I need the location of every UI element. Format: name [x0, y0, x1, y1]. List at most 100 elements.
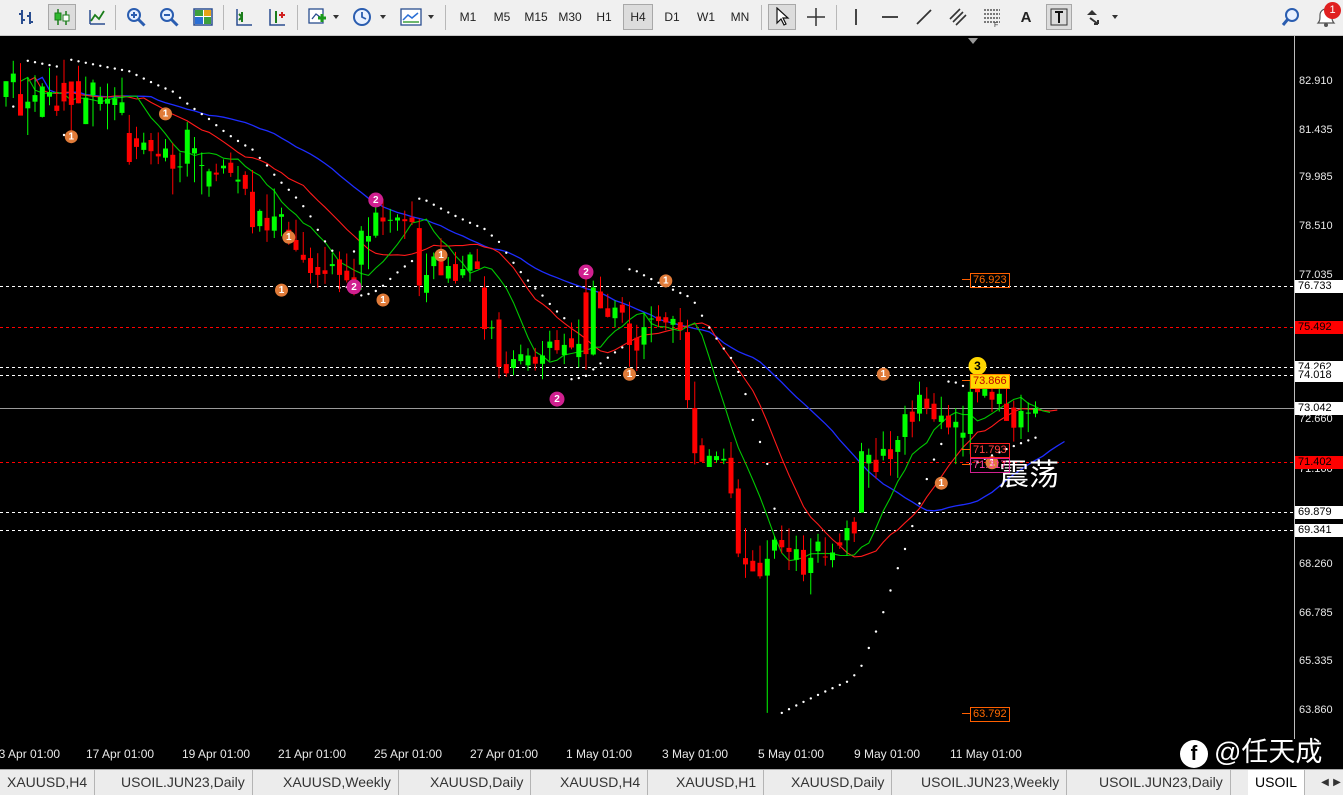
crosshair-button[interactable]: [803, 4, 829, 30]
candle-body: [119, 102, 125, 113]
price-label-tick: [962, 279, 970, 280]
cursor-button[interactable]: [768, 4, 796, 30]
level-price-box: 69.341: [1295, 523, 1343, 537]
chart-tab[interactable]: XAUUSD,Daily: [423, 770, 532, 795]
notifications-button[interactable]: 1: [1312, 2, 1341, 30]
tab-scroll-buttons[interactable]: ◀ ▶: [1319, 770, 1343, 795]
chart-tab[interactable]: USOIL.JUN23,Weekly: [914, 770, 1068, 795]
text-label-button[interactable]: [1046, 4, 1072, 30]
chart-tab[interactable]: XAUUSD,H4: [0, 770, 96, 795]
timeframe-m15-button[interactable]: M15: [521, 4, 551, 30]
fibonacci-button[interactable]: F: [979, 4, 1005, 30]
line-chart-button[interactable]: [84, 4, 110, 30]
chart-tab[interactable]: XAUUSD,H1: [669, 770, 765, 795]
candle-body: [474, 261, 480, 269]
candle-body: [228, 162, 234, 173]
sar-dot: [621, 346, 624, 349]
chart-tab[interactable]: XAUUSD,Weekly: [276, 770, 399, 795]
chart-shift-button[interactable]: [264, 4, 290, 30]
candle-body: [1033, 408, 1038, 414]
arrows-button[interactable]: [1082, 4, 1122, 30]
sar-dot: [497, 240, 501, 244]
indicators-button[interactable]: [305, 4, 343, 30]
templates-button[interactable]: [398, 4, 438, 30]
candle-body: [105, 98, 110, 104]
candle-body: [888, 449, 893, 460]
auto-scroll-button[interactable]: [231, 4, 257, 30]
periodicity-button[interactable]: [350, 4, 390, 30]
sar-dot: [483, 227, 486, 231]
candle-body: [808, 557, 814, 573]
trendline-button[interactable]: [911, 4, 937, 30]
candle-body: [445, 266, 451, 279]
tile-windows-button[interactable]: [190, 4, 216, 30]
chart-tab[interactable]: USOIL.JUN23,Daily: [114, 770, 253, 795]
text-tool-button[interactable]: A: [1013, 4, 1039, 30]
sar-dot: [932, 458, 936, 461]
chart-tab[interactable]: XAUUSD,H4: [553, 770, 649, 795]
sar-dot: [439, 207, 443, 210]
timeframe-d1-button[interactable]: D1: [657, 4, 687, 30]
sar-dot: [548, 302, 551, 306]
equidistant-channel-button[interactable]: [945, 4, 971, 30]
price-axis[interactable]: 82.91081.43579.98578.51077.03572.66071.1…: [1294, 36, 1343, 739]
level-price-box: 71.402: [1295, 455, 1343, 469]
tab-scroll-left-icon[interactable]: ◀: [1321, 777, 1329, 788]
timeframe-m1-button[interactable]: M1: [453, 4, 483, 30]
sar-dot: [70, 58, 73, 61]
tab-scroll-right-icon[interactable]: ▶: [1333, 777, 1341, 788]
sar-dot: [729, 356, 733, 360]
timeframe-w1-button[interactable]: W1: [691, 4, 721, 30]
vertical-line-button[interactable]: [843, 4, 869, 30]
timeframe-h4-button[interactable]: H4: [623, 4, 653, 30]
candle-body: [648, 318, 654, 320]
timeframe-m30-button[interactable]: M30: [555, 4, 585, 30]
sar-dot: [584, 374, 588, 377]
wave-marker-label: 1: [286, 232, 292, 243]
sar-dot: [447, 211, 450, 214]
sar-dot: [77, 60, 80, 63]
bar-chart-button[interactable]: [14, 4, 40, 30]
time-axis[interactable]: 13 Apr 01:00 17 Apr 01:00 19 Apr 01:00 21 A…: [0, 739, 1294, 769]
timeframe-mn-button[interactable]: MN: [725, 4, 755, 30]
wave-marker-label: 1: [438, 250, 444, 261]
sar-dot: [149, 80, 153, 84]
zoom-in-button[interactable]: [123, 4, 149, 30]
sar-dot: [280, 181, 283, 184]
zoom-out-button[interactable]: [156, 4, 182, 30]
zoom-in-icon: [127, 8, 146, 27]
candle-body: [960, 432, 966, 438]
candle-body: [641, 327, 647, 345]
candle-body: [10, 73, 16, 83]
sar-dot: [323, 240, 327, 243]
chart-tab[interactable]: XAUUSD,Daily: [784, 770, 893, 795]
chart-tab[interactable]: USOIL.JUN23,Daily: [1092, 770, 1231, 795]
candlestick-button[interactable]: [48, 4, 76, 30]
sar-dot: [679, 291, 682, 295]
sar-dot: [113, 67, 117, 70]
candle-body: [68, 81, 74, 105]
candle-body: [358, 230, 364, 265]
sar-dot: [722, 347, 725, 350]
sar-dot: [715, 337, 718, 340]
timeframe-m5-button[interactable]: M5: [487, 4, 517, 30]
candle-body: [902, 414, 908, 437]
search-button[interactable]: [1278, 4, 1304, 30]
horizontal-line-button[interactable]: [877, 4, 903, 30]
price-chart[interactable]: 1111111111122223 震荡 76.923 73.866 71.793 71…: [0, 36, 1294, 739]
candle-body: [126, 133, 132, 162]
chart-tab[interactable]: USOIL: [1248, 770, 1306, 795]
wave-marker-label: 1: [163, 109, 169, 120]
axis-shift-marker-icon[interactable]: [968, 38, 978, 44]
sar-dot: [954, 381, 957, 384]
wave-marker-label: 1: [380, 295, 386, 306]
candle-body: [300, 254, 306, 260]
candle-body: [779, 540, 785, 548]
sar-dot: [41, 62, 44, 65]
sar-dot: [780, 711, 783, 715]
price-label-73.866: 73.866: [970, 374, 1010, 390]
candle-body: [467, 254, 473, 271]
timeframe-h1-button[interactable]: H1: [589, 4, 619, 30]
sar-dot: [352, 250, 356, 253]
candle-body: [692, 408, 698, 454]
